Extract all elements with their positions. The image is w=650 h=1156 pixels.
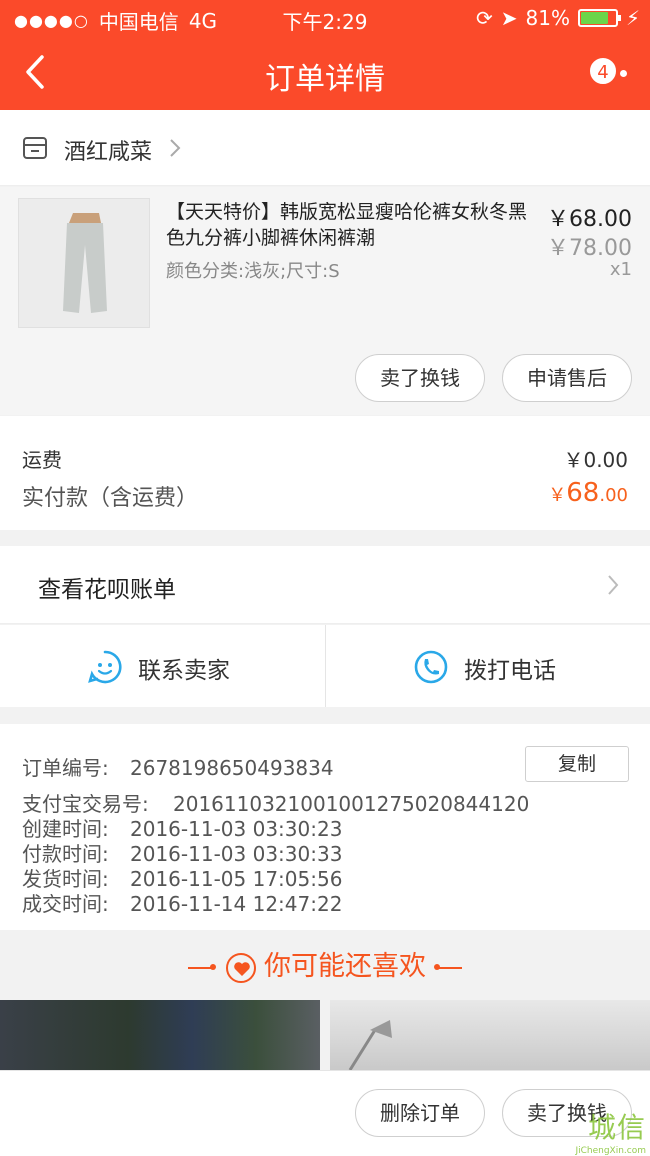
lock-rotation-icon: ⟳ (475, 6, 493, 30)
copy-button[interactable]: 复制 (525, 746, 629, 782)
after-sale-button[interactable]: 申请售后 (502, 354, 632, 402)
contact-seller-label: 联系卖家 (138, 658, 230, 684)
fee-summary: 运费 ￥0.00 实付款（含运费） ￥68.00 (0, 416, 650, 530)
store-row[interactable]: 酒红咸菜 (0, 110, 650, 186)
product-title[interactable]: 【天天特价】韩版宽松显瘦哈伦裤女秋冬黑色九分裤小脚裤休闲裤潮 (166, 199, 530, 251)
heart-icon (226, 952, 256, 983)
product-thumbnail[interactable] (18, 198, 150, 328)
order-info: 订单编号: 2678198650493834 复制 支付宝交易号: 20161103… (0, 724, 650, 930)
order-number: 订单编号: 2678198650493834 (22, 756, 334, 780)
call-phone-label: 拨打电话 (464, 658, 556, 684)
shipping-label: 运费 (22, 448, 62, 472)
recommend-header: 你可能还喜欢 (0, 930, 650, 1000)
page-title: 订单详情 (265, 62, 385, 97)
decor-line-icon (434, 963, 462, 970)
paid-label: 实付款（含运费） (22, 486, 199, 511)
huabei-bill-row[interactable]: 查看花呗账单 (0, 546, 650, 624)
product-quantity: x1 (609, 259, 632, 280)
status-bar: ●●●●○ 中国电信 4G 下午2:29 ⟳ ➤ 81% ⚡ (0, 0, 650, 36)
battery-percent: 81% (525, 6, 570, 30)
call-phone-button[interactable]: 拨打电话 (325, 625, 650, 707)
chevron-right-icon (168, 138, 182, 158)
watermark-text: 城信 (587, 1111, 646, 1144)
product-spec: 颜色分类:浅灰;尺寸:S (166, 261, 340, 282)
recommend-title: 你可能还喜欢 (264, 951, 426, 982)
sell-for-money-button[interactable]: 卖了换钱 (355, 354, 485, 402)
product-original-price: ￥78.00 (547, 236, 632, 261)
store-name: 酒红咸菜 (64, 140, 153, 165)
completed-time: 成交时间: 2016-11-14 12:47:22 (22, 892, 343, 916)
chat-face-icon (88, 650, 122, 684)
delete-order-button[interactable]: 删除订单 (355, 1089, 485, 1137)
shipping-value: ￥0.00 (563, 448, 628, 472)
paid-amount: ￥68.00 (548, 478, 628, 508)
watermark-url: JiChengXin.com (575, 1146, 646, 1156)
product-item[interactable]: 【天天特价】韩版宽松显瘦哈伦裤女秋冬黑色九分裤小脚裤休闲裤潮 颜色分类:浅灰;尺… (0, 187, 650, 415)
recommend-list (0, 1000, 650, 1071)
nav-bar: 订单详情 4 (0, 36, 650, 110)
store-icon (22, 136, 48, 160)
charging-icon: ⚡ (625, 6, 640, 30)
more-menu-button[interactable]: 4 (588, 56, 632, 88)
top-bar: ●●●●○ 中国电信 4G 下午2:29 ⟳ ➤ 81% ⚡ 订单详情 4 (0, 0, 650, 110)
paid-integer: 68 (566, 478, 600, 508)
notification-badge: 4 (588, 56, 618, 86)
chevron-right-icon (606, 574, 620, 596)
paid-decimal: .00 (599, 485, 628, 506)
recommend-item-image[interactable] (330, 1000, 650, 1071)
huabei-label: 查看花呗账单 (38, 577, 176, 603)
product-price: ￥68.00 (547, 207, 632, 232)
more-dot-icon (620, 70, 627, 77)
battery-icon (577, 9, 621, 27)
paid-currency: ￥ (548, 485, 567, 506)
site-watermark: 城信 JiChengXin.com (526, 1106, 646, 1156)
recommend-item-image[interactable] (0, 1000, 320, 1070)
phone-icon (414, 650, 448, 684)
location-icon: ➤ (500, 6, 518, 30)
contact-bar: 联系卖家 拨打电话 (0, 625, 650, 707)
decor-line-icon (188, 963, 216, 970)
contact-seller-button[interactable]: 联系卖家 (0, 625, 325, 707)
